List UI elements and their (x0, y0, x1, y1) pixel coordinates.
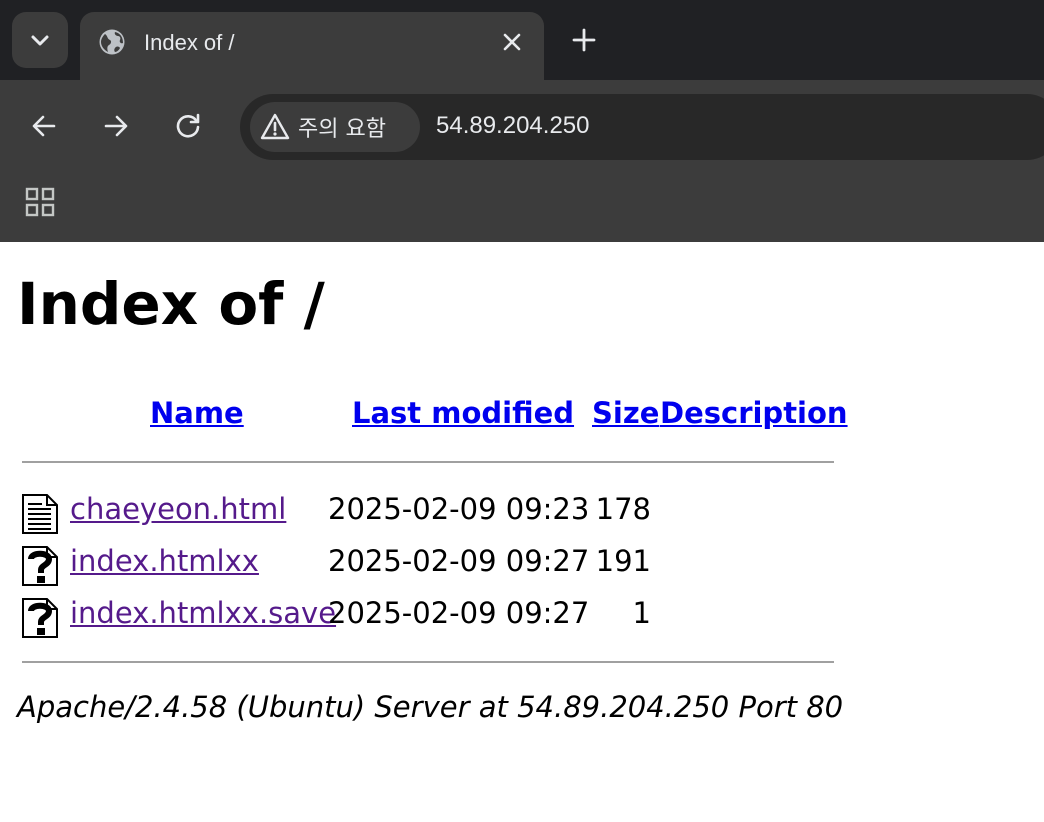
tab-strip: Index of / (0, 0, 1044, 80)
file-modified: 2025-02-09 09:27 (328, 544, 590, 578)
chevron-down-icon (31, 35, 49, 46)
unknown-file-icon (22, 546, 58, 586)
address-bar[interactable]: 주의 요함 54.89.204.250 (240, 94, 1044, 160)
tab-title: Index of / (144, 30, 235, 55)
file-modified: 2025-02-09 09:23 (328, 492, 590, 526)
apps-grid-icon[interactable] (24, 186, 56, 218)
back-arrow-icon (32, 115, 56, 137)
tab-close-button[interactable] (498, 28, 526, 56)
file-modified: 2025-02-09 09:27 (328, 596, 590, 630)
file-size: 1 (632, 596, 651, 630)
file-size: 178 (595, 492, 651, 526)
plus-icon (572, 28, 596, 52)
bookmarks-bar (0, 172, 1044, 242)
table-row: chaeyeon.html 2025-02-09 09:23 178 (0, 486, 1044, 534)
active-tab[interactable]: Index of / (80, 12, 544, 80)
file-link[interactable]: chaeyeon.html (70, 492, 286, 526)
new-tab-button[interactable] (568, 24, 600, 56)
file-link[interactable]: index.htmlxx.save (70, 596, 336, 630)
unknown-file-icon (22, 598, 58, 638)
security-label: 주의 요함 (298, 117, 386, 142)
table-row: index.htmlxx 2025-02-09 09:27 191 (0, 538, 1044, 586)
reload-icon (176, 113, 200, 138)
navigation-toolbar: 주의 요함 54.89.204.250 (0, 80, 1044, 172)
divider (22, 661, 834, 663)
url-text[interactable]: 54.89.204.250 (436, 112, 589, 140)
file-link[interactable]: index.htmlxx (70, 544, 259, 578)
browser-chrome: Index of / 주의 요함 54.89.204.250 (0, 0, 1044, 242)
divider (22, 461, 834, 463)
back-button[interactable] (24, 106, 64, 146)
warning-icon (260, 113, 290, 140)
server-signature: Apache/2.4.58 (Ubuntu) Server at 54.89.2… (17, 690, 844, 724)
sort-by-size-link[interactable]: Size (592, 396, 659, 430)
tab-search-button[interactable] (12, 12, 68, 68)
sort-by-last-modified-link[interactable]: Last modified (352, 396, 574, 430)
security-indicator[interactable]: 주의 요함 (250, 102, 420, 152)
close-icon (503, 33, 521, 51)
file-size: 191 (595, 544, 651, 578)
text-file-icon (22, 494, 58, 534)
page-title: Index of / (17, 270, 325, 338)
reload-button[interactable] (168, 106, 208, 146)
directory-listing-page: Index of / Name Last modified Size Descr… (0, 242, 1044, 822)
sort-by-description-link[interactable]: Description (660, 396, 848, 430)
forward-arrow-icon (104, 115, 128, 137)
table-row: index.htmlxx.save 2025-02-09 09:27 1 (0, 590, 1044, 638)
sort-by-name-link[interactable]: Name (150, 396, 244, 430)
globe-icon (99, 29, 125, 55)
forward-button[interactable] (96, 106, 136, 146)
